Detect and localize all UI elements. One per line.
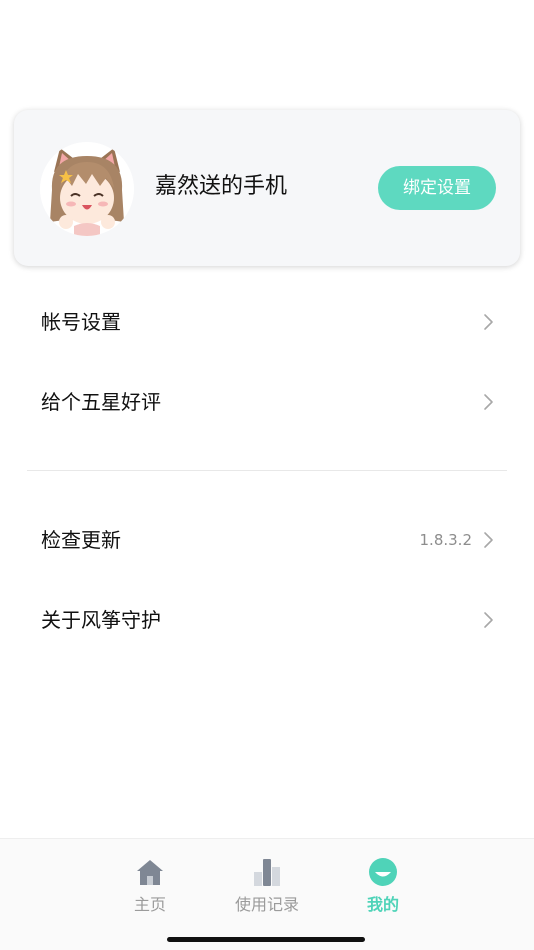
tab-label: 主页 xyxy=(133,895,166,914)
chevron-right-icon xyxy=(484,532,493,548)
version-number: 1.8.3.2 xyxy=(419,531,472,549)
bar-chart-icon xyxy=(254,859,280,886)
smile-face-icon xyxy=(369,858,397,886)
home-indicator[interactable] xyxy=(167,937,365,942)
chevron-right-icon xyxy=(484,612,493,628)
chevron-right-icon xyxy=(484,314,493,330)
chevron-right-icon xyxy=(484,394,493,410)
menu-item-check-update[interactable]: 检查更新 1.8.3.2 xyxy=(0,505,534,575)
menu-item-account-settings[interactable]: 帐号设置 xyxy=(0,287,534,357)
anime-girl-avatar-icon xyxy=(40,142,134,236)
tab-mine[interactable]: 我的 xyxy=(328,855,438,925)
device-name: 嘉然送的手机 xyxy=(155,174,288,199)
menu-item-label: 检查更新 xyxy=(41,528,121,552)
menu-item-label: 帐号设置 xyxy=(41,310,121,334)
section-divider xyxy=(27,470,507,471)
profile-card: 嘉然送的手机 绑定设置 xyxy=(14,110,520,266)
bottom-tab-bar: 主页 使用记录 我的 xyxy=(0,838,534,950)
menu-item-label: 给个五星好评 xyxy=(41,390,161,414)
home-icon xyxy=(137,860,163,885)
tab-label: 使用记录 xyxy=(234,895,299,914)
menu-item-rate-five-stars[interactable]: 给个五星好评 xyxy=(0,367,534,437)
tab-label: 我的 xyxy=(366,895,399,914)
tab-home[interactable]: 主页 xyxy=(95,855,205,925)
tab-usage-records[interactable]: 使用记录 xyxy=(212,855,322,925)
avatar[interactable] xyxy=(40,142,134,236)
menu-item-label: 关于风筝守护 xyxy=(41,608,161,632)
menu-item-about[interactable]: 关于风筝守护 xyxy=(0,585,534,655)
bind-settings-button[interactable]: 绑定设置 xyxy=(378,166,496,210)
